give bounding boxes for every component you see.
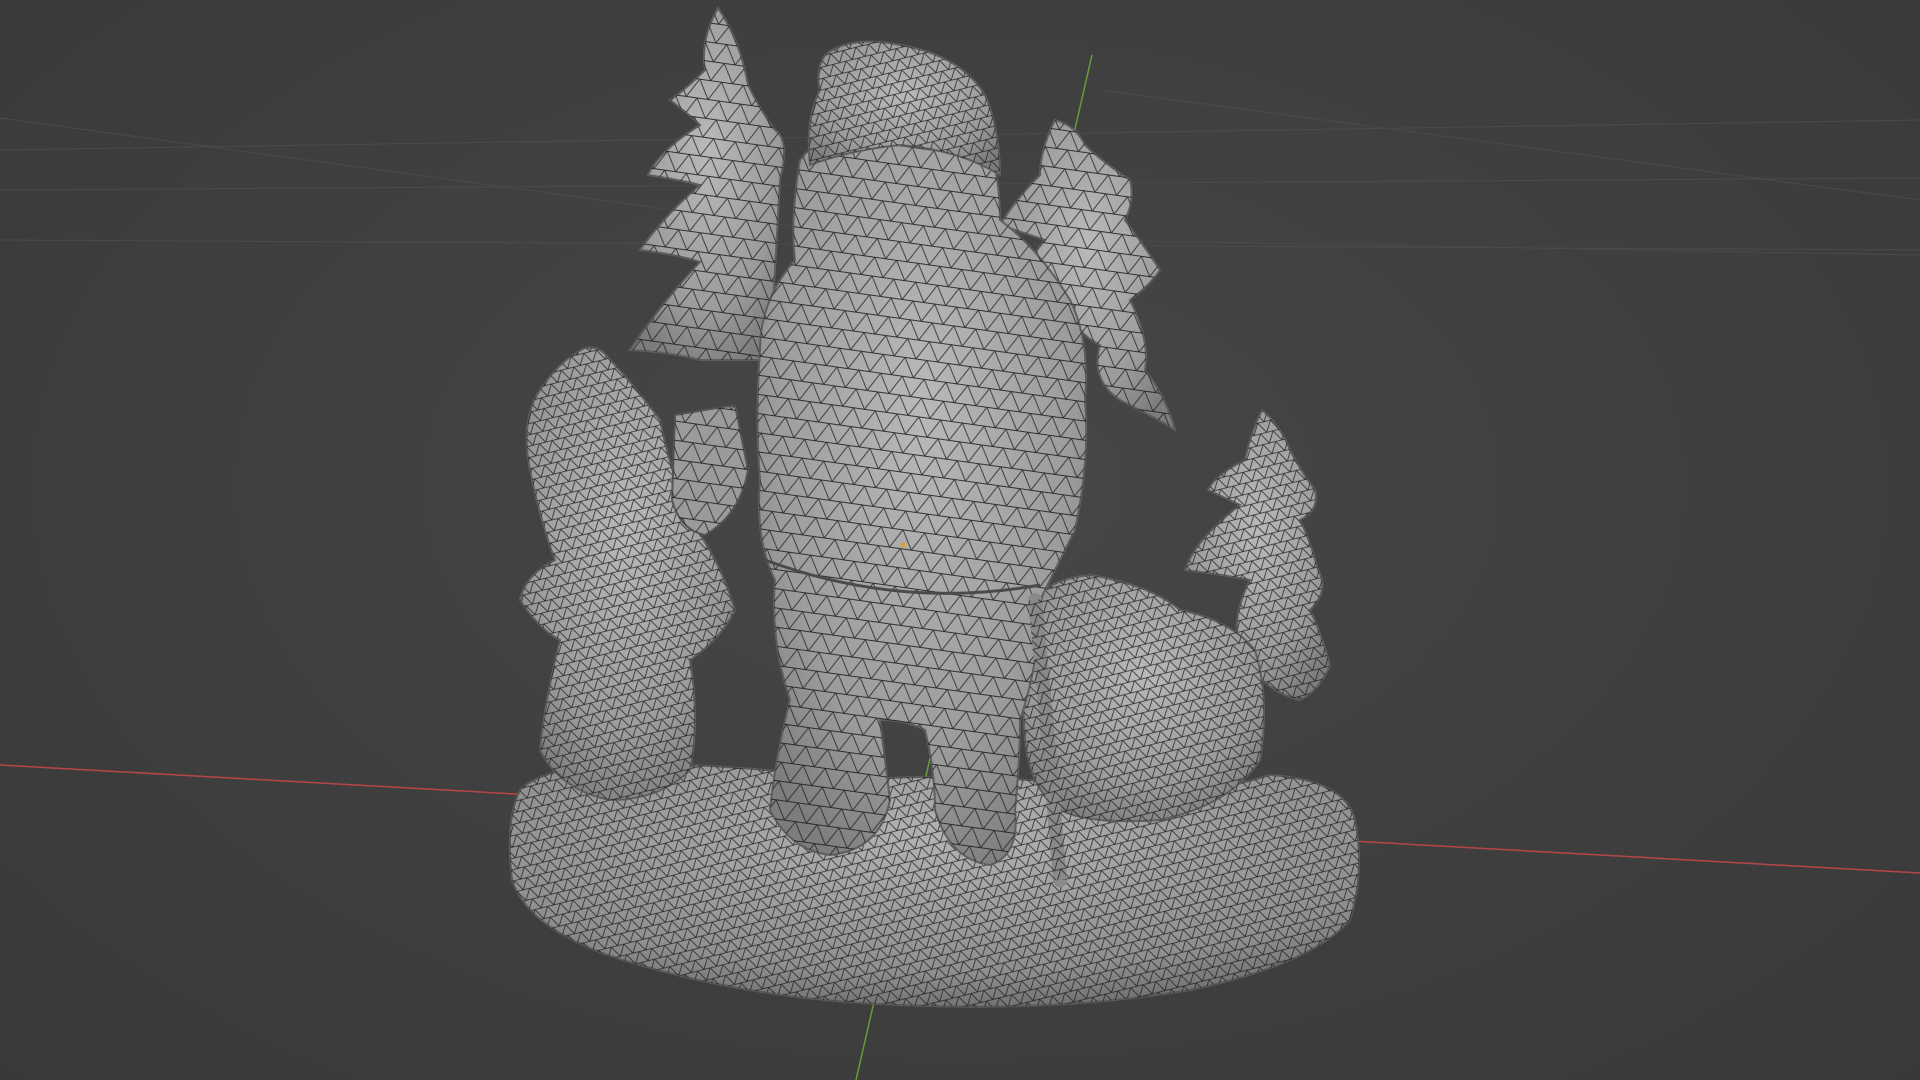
lantern	[670, 403, 750, 537]
child-right-sack	[1022, 573, 1265, 823]
object-origin-dot	[900, 542, 906, 548]
3d-viewport[interactable]	[0, 0, 1920, 1080]
viewport-canvas[interactable]	[0, 0, 1920, 1080]
pine-tree-left	[628, 6, 785, 361]
mesh-model[interactable]	[508, 6, 1360, 1008]
